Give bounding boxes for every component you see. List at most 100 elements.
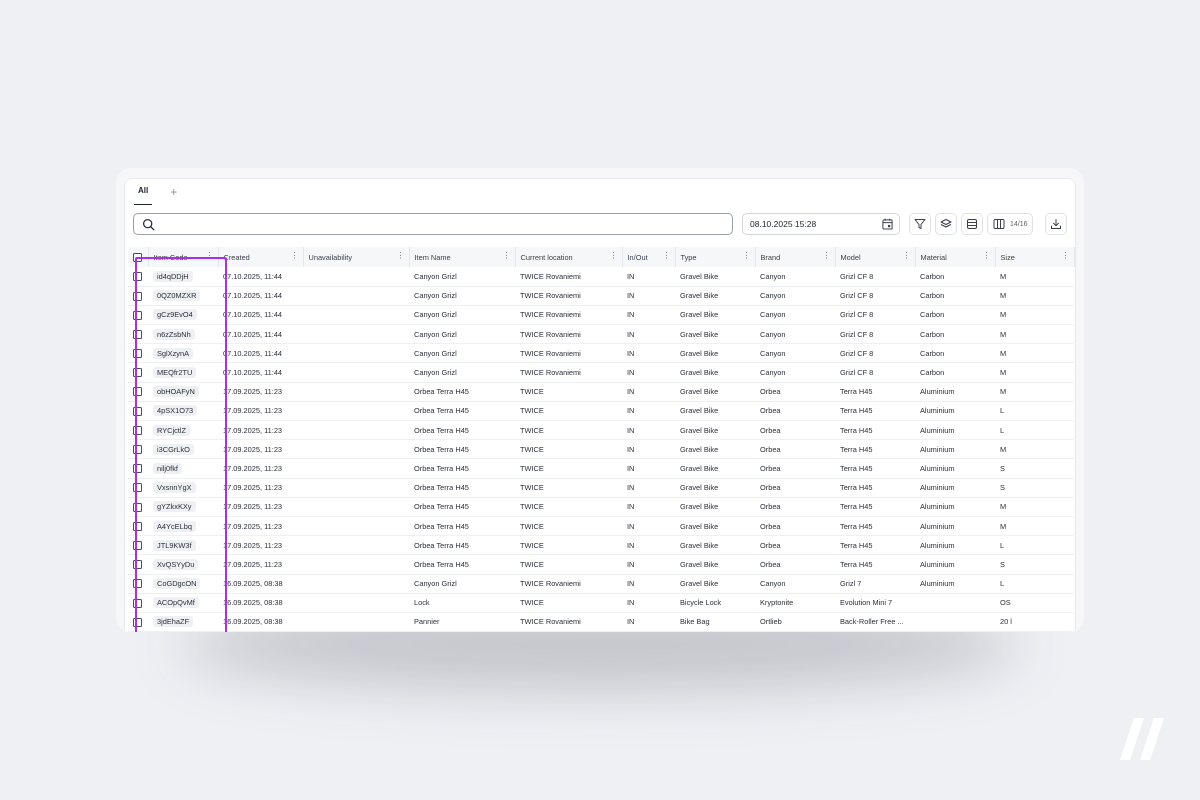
add-tab-button[interactable]: +	[170, 180, 177, 204]
row-checkbox[interactable]	[133, 579, 142, 589]
row-checkbox[interactable]	[133, 272, 142, 282]
more-vertical-icon[interactable]: ⋮	[903, 251, 911, 260]
cell-model: Grizl CF 8	[835, 286, 915, 306]
row-select-cell	[128, 458, 148, 479]
column-header-model[interactable]: Model ⋮	[835, 247, 916, 267]
tab-all[interactable]: All	[134, 179, 153, 205]
row-checkbox[interactable]	[133, 349, 142, 359]
table-row[interactable]: gYZkxKXy 17.09.2025, 11:23 Orbea Terra H45…	[128, 497, 1074, 517]
table-row[interactable]: SglXzynA 07.10.2025, 11:44 Canyon Grizl TWI…	[128, 343, 1074, 364]
table-row[interactable]: 0QZ0MZXR 07.10.2025, 11:44 Canyon Grizl TWI…	[128, 286, 1074, 306]
columns-button[interactable]: 14/16	[987, 213, 1033, 235]
more-vertical-icon[interactable]: ⋮	[610, 251, 618, 260]
cell-size: M	[995, 324, 1074, 345]
item-code-badge[interactable]: CoGDgcON	[153, 578, 201, 590]
row-checkbox[interactable]	[133, 464, 142, 474]
item-code-badge[interactable]: n6zZsbNh	[153, 328, 195, 340]
column-header-type[interactable]: Type ⋮	[675, 247, 756, 267]
row-checkbox[interactable]	[133, 329, 142, 339]
table-row[interactable]: MEQfr2TU 07.10.2025, 11:44 Canyon Grizl TWI…	[128, 362, 1074, 383]
cell-type: Bicycle Lock	[675, 593, 755, 613]
more-vertical-icon[interactable]: ⋮	[503, 251, 511, 260]
calendar-icon[interactable]	[882, 218, 893, 230]
table-row[interactable]: obHOAFyN 17.09.2025, 11:23 Orbea Terra H45…	[128, 382, 1074, 402]
row-checkbox[interactable]	[133, 445, 142, 455]
cell-type: Gravel Bike	[675, 343, 755, 364]
row-checkbox[interactable]	[133, 387, 142, 397]
more-vertical-icon[interactable]: ⋮	[983, 251, 991, 260]
item-code-badge[interactable]: gCz9EvO4	[153, 309, 197, 321]
column-header-material[interactable]: Material ⋮	[915, 247, 996, 267]
item-code-badge[interactable]: 4pSX1O73	[153, 405, 198, 417]
row-checkbox[interactable]	[133, 598, 142, 608]
cell-current-location: TWICE	[515, 497, 622, 517]
item-code-badge[interactable]: VxsnnYgX	[153, 482, 196, 494]
table-row[interactable]: 4pSX1O73 17.09.2025, 11:23 Orbea Terra H45…	[128, 401, 1074, 422]
item-code-badge[interactable]: obHOAFyN	[153, 386, 199, 398]
more-vertical-icon[interactable]: ⋮	[397, 251, 405, 260]
search-input[interactable]	[133, 213, 733, 235]
group-button[interactable]	[935, 213, 957, 235]
item-code-badge[interactable]: id4qDDjH	[153, 270, 193, 282]
item-code-badge[interactable]: 3jdEhaZF	[153, 616, 194, 628]
table-row[interactable]: nilj0fkf 17.09.2025, 11:23 Orbea Terra H45…	[128, 458, 1074, 479]
table-row[interactable]: XvQSYyDu 17.09.2025, 11:23 Orbea Terra H45…	[128, 554, 1074, 575]
row-select-cell	[128, 554, 148, 575]
date-filter[interactable]: 08.10.2025 15:28	[742, 213, 900, 235]
item-code-badge[interactable]: gYZkxKXy	[153, 501, 196, 513]
table-row[interactable]: RYCjctlZ 17.09.2025, 11:23 Orbea Terra H45…	[128, 420, 1074, 441]
view-tabs: All +	[125, 179, 177, 205]
item-code-badge[interactable]: RYCjctlZ	[153, 424, 191, 436]
item-code-badge[interactable]: SglXzynA	[153, 347, 194, 359]
more-vertical-icon[interactable]: ⋮	[743, 251, 751, 260]
row-checkbox[interactable]	[133, 540, 142, 550]
row-checkbox[interactable]	[133, 406, 142, 416]
row-checkbox[interactable]	[133, 617, 142, 627]
column-header-item-name[interactable]: Item Name ⋮	[409, 247, 516, 267]
column-header-unavailability[interactable]: Unavailability ⋮	[303, 247, 410, 267]
row-checkbox[interactable]	[133, 310, 142, 320]
table-row[interactable]: ACOpQvMf 16.09.2025, 08:38 Lock TWICE IN Bicy…	[128, 593, 1074, 613]
item-code-badge[interactable]: nilj0fkf	[153, 462, 182, 474]
column-header-brand[interactable]: Brand ⋮	[755, 247, 836, 267]
item-code-badge[interactable]: MEQfr2TU	[153, 367, 197, 379]
column-header-item-code[interactable]: Item Code ⋮	[148, 247, 219, 267]
cell-current-location: TWICE Rovaniemi	[515, 343, 622, 364]
item-code-badge[interactable]: i3CGrLkO	[153, 443, 194, 455]
row-checkbox[interactable]	[133, 291, 142, 301]
more-vertical-icon[interactable]: ⋮	[206, 251, 214, 260]
more-vertical-icon[interactable]: ⋮	[1062, 251, 1070, 260]
table-row[interactable]: A4YcELbq 17.09.2025, 11:23 Orbea Terra H45…	[128, 516, 1074, 537]
download-button[interactable]	[1045, 213, 1067, 235]
column-header-current-location[interactable]: Current location ⋮	[515, 247, 623, 267]
table-row[interactable]: i3CGrLkO 17.09.2025, 11:23 Orbea Terra H45…	[128, 439, 1074, 460]
column-header-size[interactable]: Size ⋮	[995, 247, 1075, 267]
row-checkbox[interactable]	[133, 521, 142, 531]
column-header-created[interactable]: Created ⋮	[218, 247, 304, 267]
item-code-badge[interactable]: 0QZ0MZXR	[153, 290, 201, 302]
more-vertical-icon[interactable]: ⋮	[291, 251, 299, 260]
table-row[interactable]: 3jdEhaZF 16.09.2025, 08:38 Pannier TWICE Ro…	[128, 612, 1074, 632]
cell-in-out: IN	[622, 362, 675, 383]
density-button[interactable]	[961, 213, 983, 235]
item-code-badge[interactable]: JTL9KW3f	[153, 539, 196, 551]
row-checkbox[interactable]	[133, 368, 142, 378]
filter-button[interactable]	[909, 213, 931, 235]
more-vertical-icon[interactable]: ⋮	[823, 251, 831, 260]
table-row[interactable]: n6zZsbNh 07.10.2025, 11:44 Canyon Grizl TWI…	[128, 324, 1074, 345]
column-header-in-out[interactable]: In/Out ⋮	[622, 247, 676, 267]
table-row[interactable]: VxsnnYgX 17.09.2025, 11:23 Orbea Terra H45…	[128, 478, 1074, 498]
table-row[interactable]: id4qDDjH 07.10.2025, 11:44 Canyon Grizl TWI…	[128, 267, 1074, 287]
row-checkbox[interactable]	[133, 502, 142, 512]
row-checkbox[interactable]	[133, 483, 142, 493]
item-code-badge[interactable]: ACOpQvMf	[153, 597, 199, 609]
row-checkbox[interactable]	[133, 560, 142, 570]
table-row[interactable]: CoGDgcON 16.09.2025, 08:38 Canyon Grizl TWI…	[128, 574, 1074, 594]
table-row[interactable]: JTL9KW3f 17.09.2025, 11:23 Orbea Terra H45…	[128, 535, 1074, 556]
select-all-checkbox[interactable]	[133, 252, 142, 262]
row-checkbox[interactable]	[133, 425, 142, 435]
item-code-badge[interactable]: A4YcELbq	[153, 520, 196, 532]
item-code-badge[interactable]: XvQSYyDu	[153, 558, 199, 570]
more-vertical-icon[interactable]: ⋮	[663, 251, 671, 260]
table-row[interactable]: gCz9EvO4 07.10.2025, 11:44 Canyon Grizl TWI…	[128, 305, 1074, 326]
